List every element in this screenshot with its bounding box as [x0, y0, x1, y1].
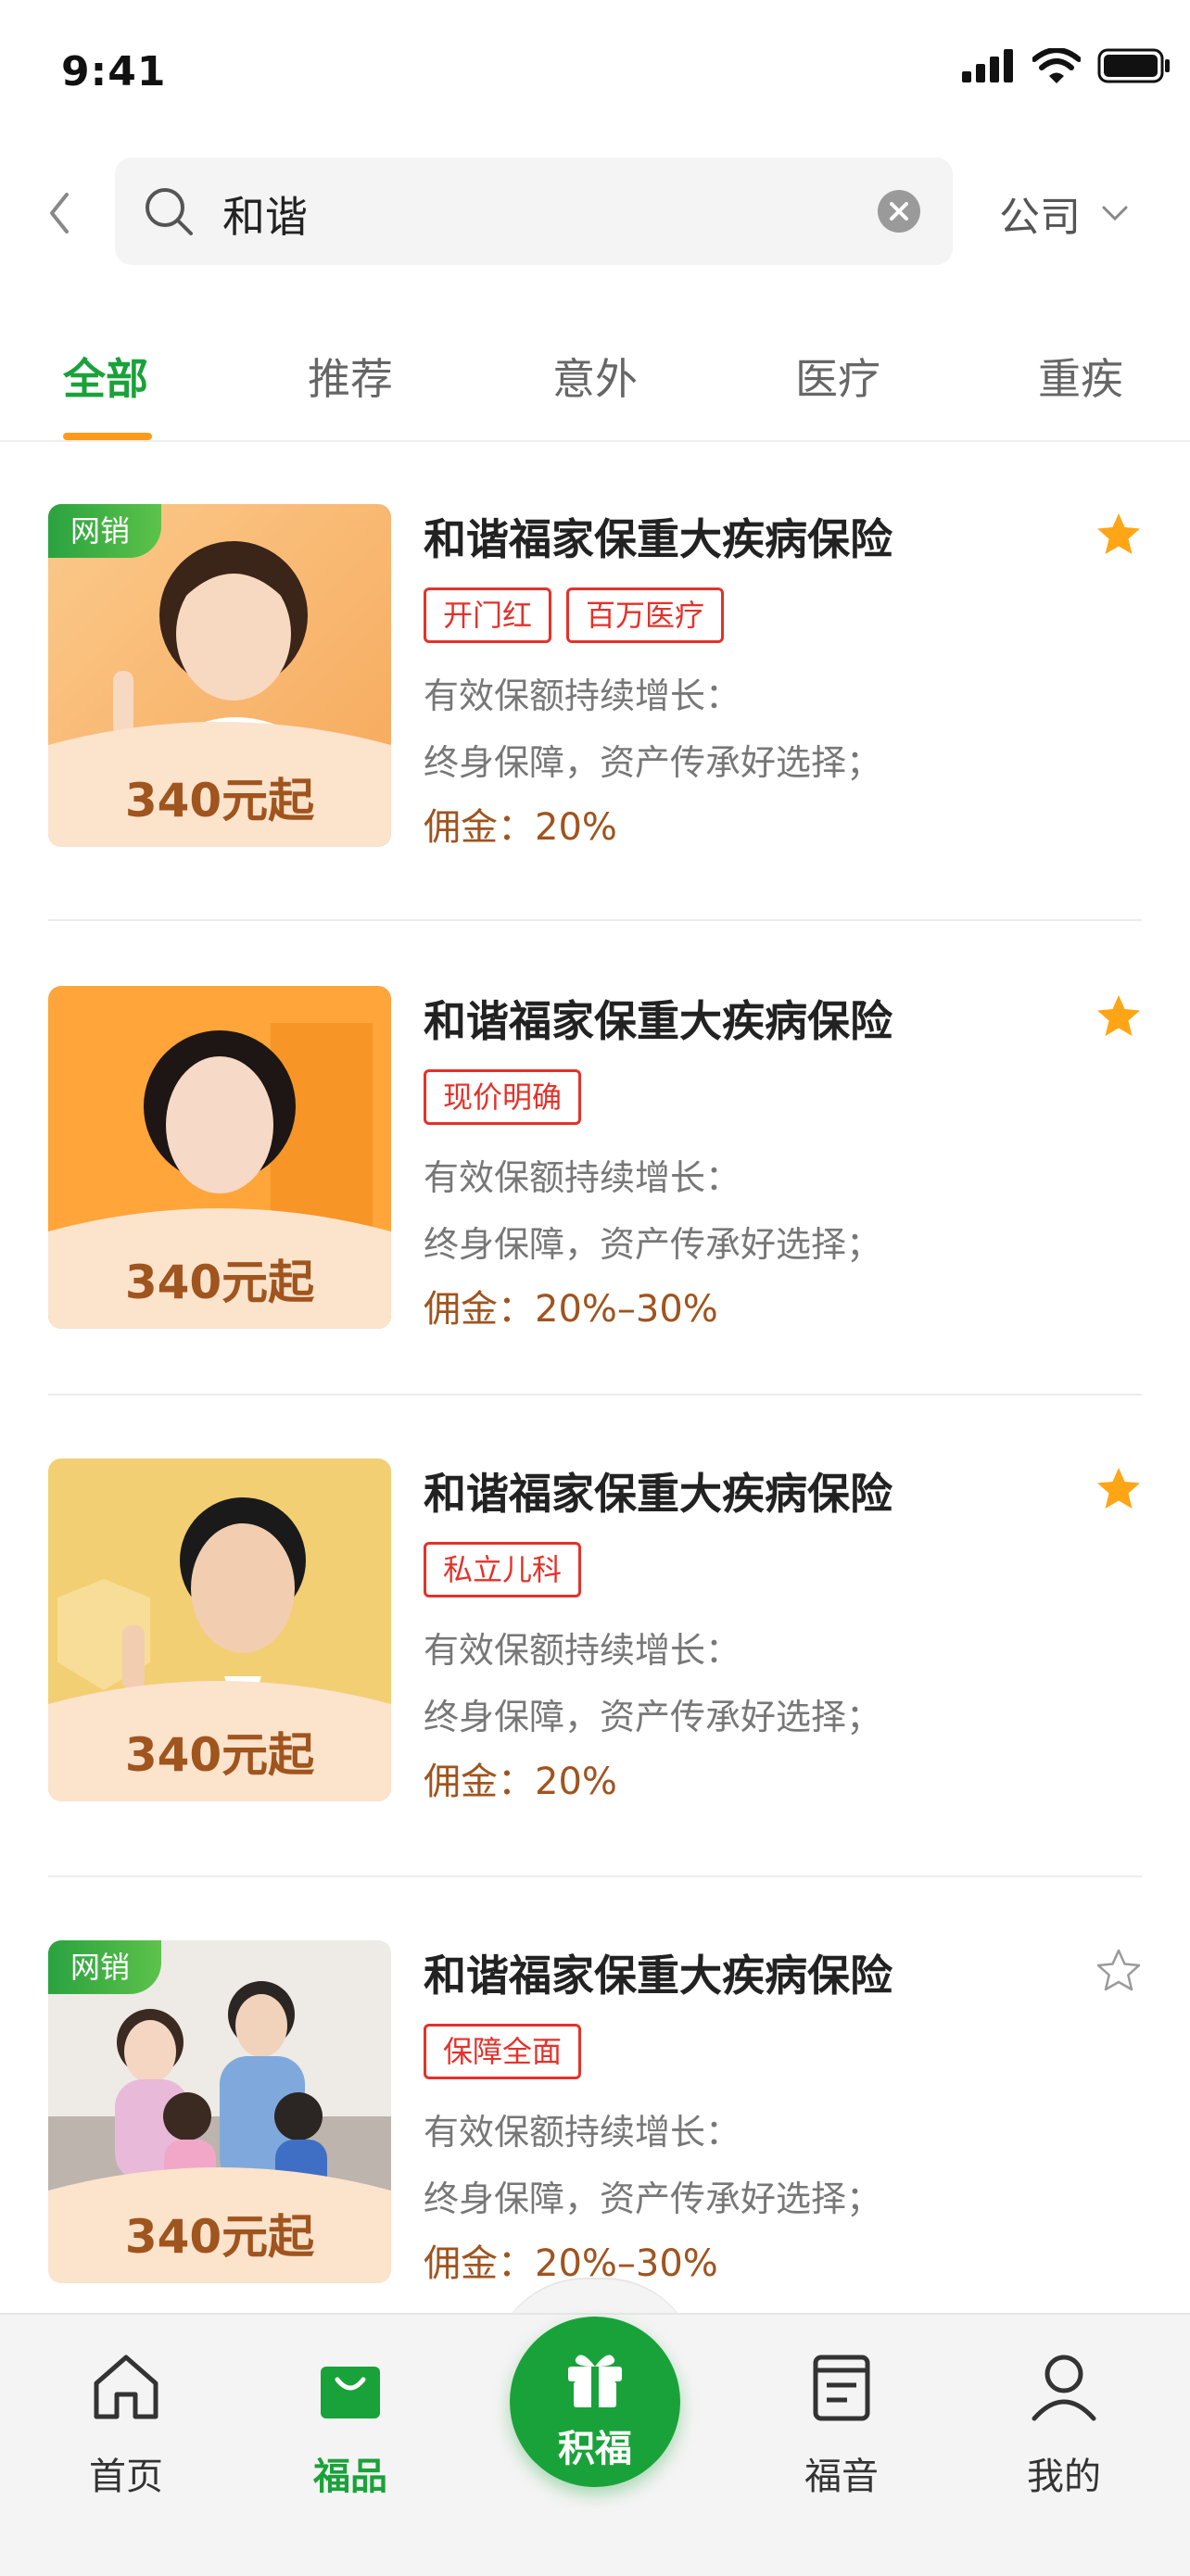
product-price: 340元起 [124, 2210, 315, 2264]
product-card[interactable]: 340元起 和谐福家保重大疾病保险 现价明确 有效保额持续增长： 终身保障，资产… [48, 986, 1142, 1331]
star-filled-icon[interactable] [1095, 1466, 1142, 1510]
tab-recommended[interactable]: 推荐 [308, 346, 393, 407]
tag-list: 保障全面 [424, 2024, 582, 2079]
product-desc-line1: 有效保额持续增长： [424, 1157, 741, 1198]
product-image: 网销 340元起 [48, 504, 391, 847]
nav-news[interactable]: 福音 [777, 2352, 906, 2500]
nav-news-label: 福音 [804, 2456, 879, 2498]
status-time: 9:41 [61, 48, 167, 95]
nav-products-label: 福品 [313, 2456, 387, 2498]
product-tag: 保障全面 [424, 2024, 582, 2079]
wifi-icon [1032, 48, 1081, 83]
product-desc-line2: 终身保障，资产传承好选择； [424, 742, 882, 783]
shopping-bag-icon [321, 2367, 380, 2418]
nav-center-button[interactable]: 积福 [510, 2317, 680, 2487]
tab-medical[interactable]: 医疗 [795, 346, 880, 407]
nav-mine-label: 我的 [1027, 2456, 1101, 2498]
divider [48, 919, 1142, 921]
product-image: 网销 340元起 [48, 1940, 391, 2283]
product-desc-line1: 有效保额持续增长： [424, 676, 741, 716]
nav-home[interactable]: 首页 [61, 2352, 191, 2500]
product-desc-line2: 终身保障，资产传承好选择； [424, 2178, 882, 2219]
product-desc-line2: 终身保障，资产传承好选择； [424, 1224, 882, 1265]
product-tag: 私立儿科 [424, 1542, 582, 1597]
home-icon [94, 2355, 158, 2419]
chevron-down-icon [1102, 206, 1128, 221]
clear-icon[interactable] [877, 189, 921, 234]
user-icon [1032, 2355, 1096, 2421]
cellular-signal-icon [962, 49, 1013, 82]
product-card[interactable]: 网销 340元起 和谐福家保重大疾病保险 保障全面 有效保额持续增长： 终身保障… [48, 1940, 1142, 2285]
nav-home-label: 首页 [89, 2456, 163, 2498]
search-row: 和谐 公司 [0, 158, 1190, 267]
product-desc-line2: 终身保障，资产传承好选择； [424, 1697, 882, 1737]
product-tag: 百万医疗 [566, 587, 725, 643]
tag-list: 现价明确 [424, 1069, 582, 1125]
product-image: 340元起 [48, 1458, 391, 1801]
gift-icon [568, 2355, 622, 2407]
product-image: 340元起 [48, 986, 391, 1329]
product-card[interactable]: 340元起 和谐福家保重大疾病保险 私立儿科 有效保额持续增长： 终身保障，资产… [48, 1458, 1142, 1803]
battery-icon [1097, 48, 1170, 83]
product-tag: 开门红 [424, 587, 552, 643]
product-title: 和谐福家保重大疾病保险 [424, 1951, 892, 2001]
product-title: 和谐福家保重大疾病保险 [424, 1469, 892, 1519]
tag-list: 开门红 百万医疗 [424, 587, 725, 643]
tab-accident[interactable]: 意外 [552, 346, 638, 407]
product-price: 340元起 [124, 1728, 315, 1782]
back-chevron-icon[interactable] [41, 185, 78, 241]
product-title: 和谐福家保重大疾病保险 [424, 514, 892, 564]
product-commission: 佣金：20% [424, 1761, 617, 1803]
nav-center-label: 积福 [558, 2428, 632, 2470]
product-price: 340元起 [124, 1256, 315, 1309]
product-desc-line1: 有效保额持续增长： [424, 2112, 741, 2153]
product-card[interactable]: 网销 340元起 和谐福家保重大疾病保险 开门红 百万医疗 有效保额持续增长： … [48, 504, 1142, 849]
star-outline-icon[interactable] [1095, 1948, 1142, 1992]
tab-all[interactable]: 全部 [63, 346, 148, 407]
search-input[interactable]: 和谐 [115, 158, 953, 265]
status-icons [962, 48, 1171, 83]
product-price: 340元起 [124, 774, 315, 827]
nav-mine[interactable]: 我的 [999, 2352, 1129, 2500]
divider [48, 1394, 1142, 1395]
scope-dropdown[interactable]: 公司 [999, 183, 1129, 243]
product-desc-line1: 有效保额持续增长： [424, 1630, 741, 1671]
search-icon [146, 188, 193, 235]
product-commission: 佣金：20% [424, 806, 617, 849]
tag-list: 私立儿科 [424, 1542, 582, 1597]
product-tag: 现价明确 [424, 1069, 582, 1125]
nav-products[interactable]: 福品 [285, 2352, 415, 2500]
scope-label: 公司 [999, 194, 1081, 241]
active-tab-indicator [63, 433, 152, 440]
star-filled-icon[interactable] [1095, 511, 1142, 556]
online-badge: 网销 [48, 1940, 162, 1994]
product-title: 和谐福家保重大疾病保险 [424, 996, 892, 1046]
star-filled-icon[interactable] [1095, 993, 1142, 1038]
divider [48, 1875, 1142, 1877]
status-bar: 9:41 [0, 0, 1190, 139]
product-commission: 佣金：20%–30% [424, 1288, 718, 1331]
document-icon [813, 2355, 870, 2421]
tab-critical-illness[interactable]: 重疾 [1038, 346, 1123, 407]
search-query[interactable]: 和谐 [222, 183, 308, 245]
online-badge: 网销 [48, 504, 162, 558]
category-tabs: 全部 推荐 意外 医疗 重疾 [0, 320, 1190, 442]
